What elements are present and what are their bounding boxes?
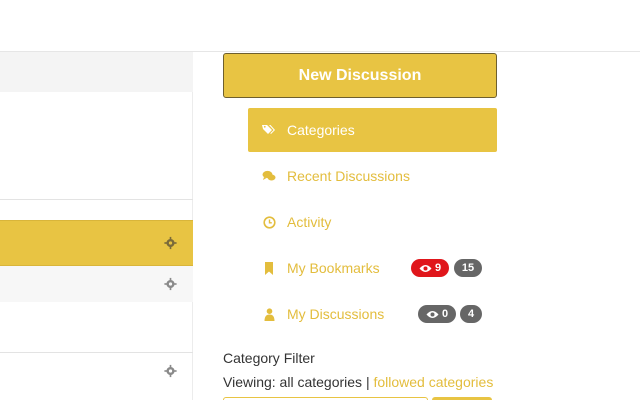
- list-header-bar: [0, 52, 193, 92]
- eye-icon: [419, 264, 432, 272]
- nav-item-label: Activity: [287, 214, 332, 230]
- nav-item-activity[interactable]: Activity: [248, 200, 497, 244]
- unread-badge[interactable]: 9: [411, 259, 449, 277]
- user-icon: [262, 307, 276, 321]
- unread-badge[interactable]: 0: [418, 305, 456, 323]
- new-discussion-button[interactable]: New Discussion: [223, 53, 497, 98]
- category-filter-status: Viewing: all categories | followed categ…: [223, 374, 493, 390]
- category-filter-title: Category Filter: [223, 350, 315, 366]
- filter-separator: |: [365, 374, 370, 390]
- comments-icon: [262, 169, 276, 183]
- nav-item-recent-discussions[interactable]: Recent Discussions: [248, 154, 497, 198]
- nav-item-label: Recent Discussions: [287, 168, 410, 184]
- nav-item-my-bookmarks[interactable]: My Bookmarks 9 15: [248, 246, 497, 290]
- badge-count: 0: [441, 308, 449, 320]
- count-badge: 15: [454, 259, 482, 277]
- count-badge: 4: [460, 305, 482, 323]
- gear-icon[interactable]: [164, 277, 177, 291]
- nav-item-label: My Bookmarks: [287, 260, 380, 276]
- followed-categories-link[interactable]: followed categories: [373, 374, 493, 390]
- clock-icon: [262, 215, 276, 229]
- gear-icon[interactable]: [164, 236, 177, 250]
- list-divider: [0, 199, 193, 200]
- categories-list-panel: [0, 52, 193, 400]
- bookmark-icon: [262, 261, 276, 275]
- nav-item-label: Categories: [287, 122, 355, 138]
- nav-item-categories[interactable]: Categories: [248, 108, 497, 152]
- tags-icon: [262, 123, 276, 137]
- category-row-active[interactable]: [0, 220, 193, 266]
- badge-count: 4: [467, 308, 475, 320]
- viewing-label: Viewing: all categories: [223, 374, 363, 390]
- category-row[interactable]: [0, 353, 193, 389]
- eye-icon: [426, 310, 439, 318]
- nav-item-label: My Discussions: [287, 306, 385, 322]
- category-row[interactable]: [0, 266, 193, 302]
- badge-count: 15: [461, 262, 475, 274]
- gear-icon[interactable]: [164, 364, 177, 378]
- badge-count: 9: [434, 262, 442, 274]
- nav-item-my-discussions[interactable]: My Discussions 0 4: [248, 292, 497, 336]
